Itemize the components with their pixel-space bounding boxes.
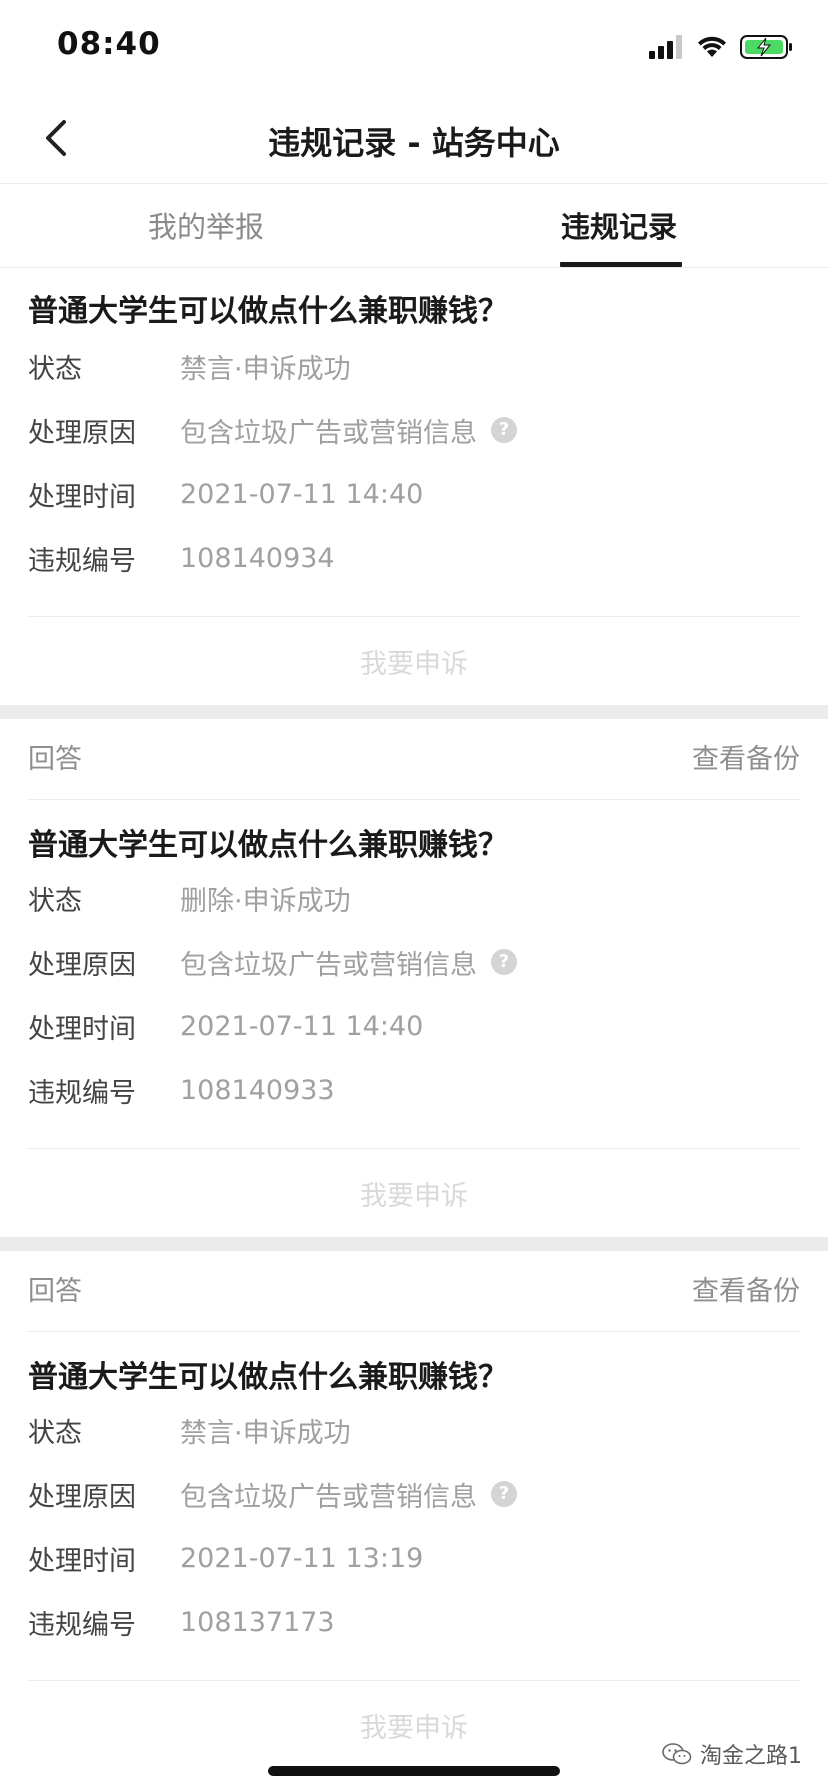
status-row: 状态 禁言·申诉成功 xyxy=(28,334,800,398)
time-label: 处理时间 xyxy=(28,1013,136,1045)
violation-record: 回答 查看备份 普通大学生可以做点什么兼职赚钱？ 状态 禁言·申诉成功 处理原因… xyxy=(0,1251,828,1769)
status-row: 状态 删除·申诉成功 xyxy=(28,866,800,930)
status-bar: 08:40 xyxy=(0,0,828,92)
appeal-row: 我要申诉 xyxy=(0,617,828,705)
number-row: 违规编号 108140934 xyxy=(28,526,800,590)
status-value: 禁言·申诉成功 xyxy=(180,1417,351,1449)
appeal-button[interactable]: 我要申诉 xyxy=(360,1706,468,1745)
appeal-row: 我要申诉 xyxy=(0,1149,828,1237)
section-separator xyxy=(0,1237,828,1251)
number-label: 违规编号 xyxy=(28,545,136,577)
wechat-icon xyxy=(662,1743,692,1765)
view-backup-link[interactable]: 查看备份 xyxy=(692,737,800,776)
wifi-icon xyxy=(698,36,726,57)
reason-row: 处理原因 包含垃圾广告或营销信息 ? xyxy=(28,398,800,462)
divider xyxy=(28,590,800,617)
number-value: 108137173 xyxy=(180,1606,335,1638)
tab-violation-records[interactable]: 违规记录 xyxy=(561,204,677,246)
nav-bar: 违规记录 - 站务中心 xyxy=(0,92,828,184)
status-time: 08:40 xyxy=(57,26,161,62)
reason-label: 处理原因 xyxy=(28,949,136,981)
time-row: 处理时间 2021-07-11 14:40 xyxy=(28,462,800,526)
number-row: 违规编号 108140933 xyxy=(28,1058,800,1122)
number-row: 违规编号 108137173 xyxy=(28,1590,800,1654)
active-tab-indicator xyxy=(560,262,682,267)
reason-text: 包含垃圾广告或营销信息 xyxy=(180,1481,477,1513)
status-label: 状态 xyxy=(28,1417,82,1449)
reason-row: 处理原因 包含垃圾广告或营销信息 ? xyxy=(28,930,800,994)
time-label: 处理时间 xyxy=(28,481,136,513)
section-separator xyxy=(0,705,828,719)
content-type-label: 回答 xyxy=(28,1276,82,1307)
cellular-signal-icon xyxy=(649,35,682,59)
violation-record: 普通大学生可以做点什么兼职赚钱？ 状态 禁言·申诉成功 处理原因 包含垃圾广告或… xyxy=(0,268,828,705)
battery-charging-icon xyxy=(740,35,792,59)
time-value: 2021-07-11 14:40 xyxy=(180,1010,424,1042)
reason-value: 包含垃圾广告或营销信息 ? xyxy=(180,1475,517,1514)
appeal-button[interactable]: 我要申诉 xyxy=(360,1174,468,1213)
time-value: 2021-07-11 14:40 xyxy=(180,478,424,510)
reason-row: 处理原因 包含垃圾广告或营销信息 ? xyxy=(28,1462,800,1526)
status-label: 状态 xyxy=(28,885,82,917)
view-backup-link[interactable]: 查看备份 xyxy=(692,1269,800,1308)
reason-text: 包含垃圾广告或营销信息 xyxy=(180,949,477,981)
question-mark-icon[interactable]: ? xyxy=(491,1481,517,1507)
question-title[interactable]: 普通大学生可以做点什么兼职赚钱？ xyxy=(28,268,800,334)
number-label: 违规编号 xyxy=(28,1077,136,1109)
time-label: 处理时间 xyxy=(28,1545,136,1577)
question-mark-icon[interactable]: ? xyxy=(491,949,517,975)
watermark-text: 淘金之路1 xyxy=(700,1744,802,1769)
card-header: 回答 查看备份 xyxy=(28,719,800,800)
status-icons xyxy=(648,34,794,60)
status-value: 禁言·申诉成功 xyxy=(180,353,351,385)
reason-value: 包含垃圾广告或营销信息 ? xyxy=(180,411,517,450)
reason-value: 包含垃圾广告或营销信息 ? xyxy=(180,943,517,982)
reason-label: 处理原因 xyxy=(28,1481,136,1513)
divider xyxy=(28,1654,800,1681)
watermark: 淘金之路1 xyxy=(662,1738,802,1770)
status-row: 状态 禁言·申诉成功 xyxy=(28,1398,800,1462)
divider xyxy=(28,1122,800,1149)
violation-record: 回答 查看备份 普通大学生可以做点什么兼职赚钱？ 状态 删除·申诉成功 处理原因… xyxy=(0,719,828,1237)
tab-my-reports[interactable]: 我的举报 xyxy=(148,204,264,246)
page-title: 违规记录 - 站务中心 xyxy=(268,124,560,162)
time-row: 处理时间 2021-07-11 13:19 xyxy=(28,1526,800,1590)
tab-bar: 我的举报 违规记录 xyxy=(0,184,828,268)
number-label: 违规编号 xyxy=(28,1609,136,1641)
time-row: 处理时间 2021-07-11 14:40 xyxy=(28,994,800,1058)
number-value: 108140933 xyxy=(180,1074,335,1106)
card-header: 回答 查看备份 xyxy=(28,1251,800,1332)
question-mark-icon[interactable]: ? xyxy=(491,417,517,443)
time-value: 2021-07-11 13:19 xyxy=(180,1542,424,1574)
question-title[interactable]: 普通大学生可以做点什么兼职赚钱？ xyxy=(28,1332,800,1398)
reason-label: 处理原因 xyxy=(28,417,136,449)
violation-list: 普通大学生可以做点什么兼职赚钱？ 状态 禁言·申诉成功 处理原因 包含垃圾广告或… xyxy=(0,268,828,1769)
reason-text: 包含垃圾广告或营销信息 xyxy=(180,417,477,449)
status-value: 删除·申诉成功 xyxy=(180,885,351,917)
appeal-button[interactable]: 我要申诉 xyxy=(360,642,468,681)
home-indicator[interactable] xyxy=(268,1766,560,1776)
status-label: 状态 xyxy=(28,353,82,385)
question-title[interactable]: 普通大学生可以做点什么兼职赚钱？ xyxy=(28,800,800,866)
number-value: 108140934 xyxy=(180,542,335,574)
content-type-label: 回答 xyxy=(28,744,82,775)
